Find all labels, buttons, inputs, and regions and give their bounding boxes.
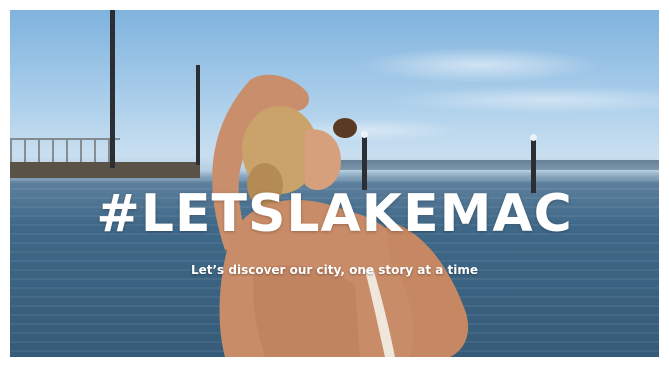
pier-railing	[10, 138, 120, 164]
pier-deck	[10, 162, 200, 178]
post-cap	[530, 134, 537, 141]
lamp-pole	[110, 10, 115, 168]
hashtag-headline: #LETSLAKEMAC	[96, 184, 573, 244]
hero-banner: #LETSLAKEMAC Let’s discover our city, on…	[10, 10, 659, 357]
tagline-text: Let’s discover our city, one story at a …	[190, 263, 479, 277]
